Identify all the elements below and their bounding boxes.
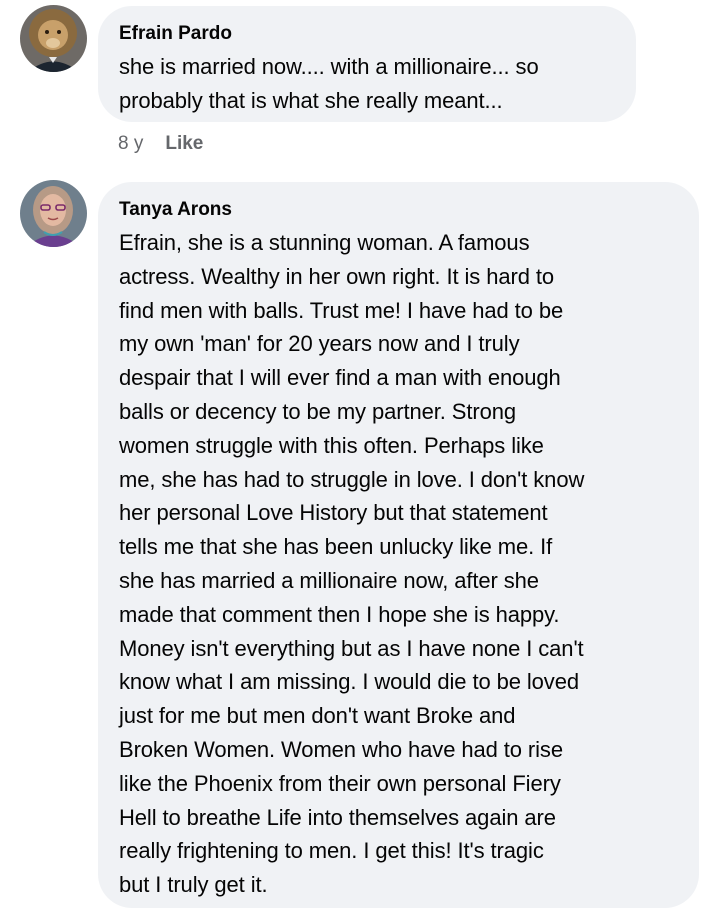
comment-author[interactable]: Efrain Pardo — [119, 22, 615, 46]
like-button[interactable]: Like — [165, 132, 203, 156]
comment-timestamp[interactable]: 8 y — [118, 132, 143, 156]
comment-bubble: Tanya Arons Efrain, she is a stunning wo… — [98, 182, 699, 908]
comment-text: she is married now.... with a millionair… — [119, 54, 539, 113]
comment-author[interactable]: Tanya Arons — [119, 198, 678, 222]
lion-avatar-icon[interactable] — [20, 5, 87, 72]
comment-efrain: Efrain Pardo she is married now.... with… — [0, 0, 720, 170]
comment-text: Efrain, she is a stunning woman. A famou… — [119, 230, 585, 898]
comment-tanya: Tanya Arons Efrain, she is a stunning wo… — [0, 180, 720, 911]
woman-avatar-icon[interactable] — [20, 180, 87, 247]
comment-bubble: Efrain Pardo she is married now.... with… — [98, 6, 636, 122]
comment-actions: 8 y Like — [118, 132, 203, 156]
